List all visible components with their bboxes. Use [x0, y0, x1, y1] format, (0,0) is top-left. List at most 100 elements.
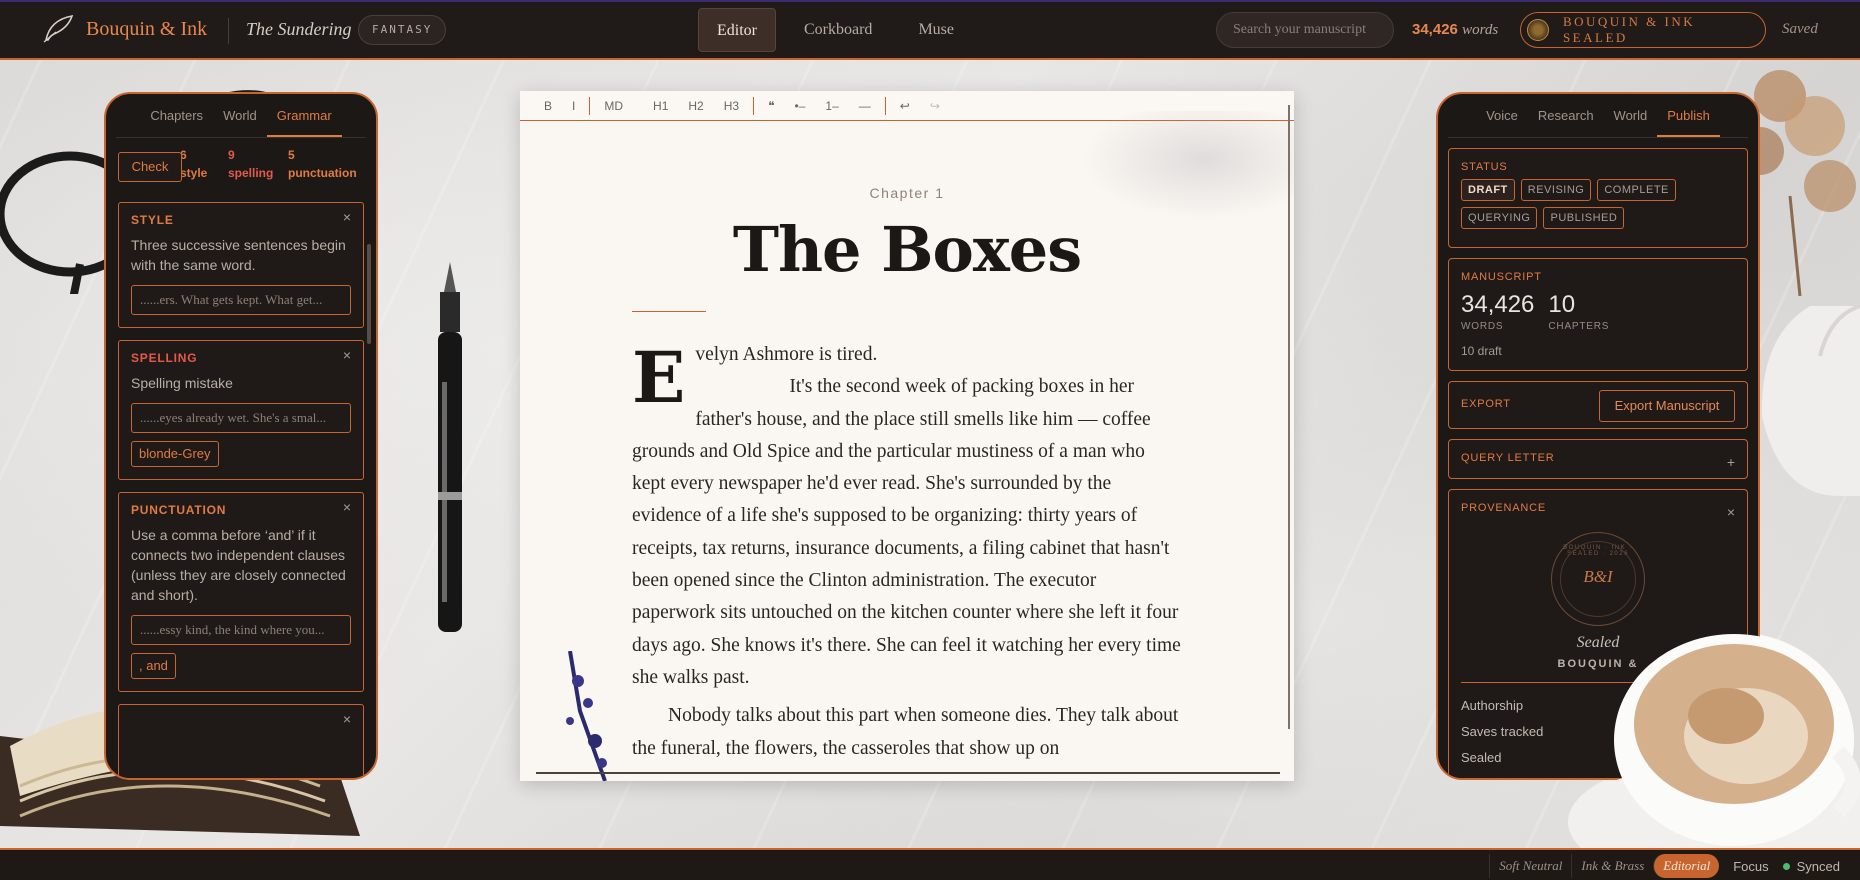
- focus-button[interactable]: Focus: [1719, 859, 1782, 874]
- brand-name[interactable]: Bouquin & Ink: [86, 18, 207, 41]
- tab-voice[interactable]: Voice: [1476, 94, 1528, 137]
- tab-world[interactable]: World: [1604, 94, 1658, 137]
- export-section: EXPORT Export Manuscript: [1448, 381, 1748, 429]
- ink-splatter-decoration: [566, 651, 607, 781]
- status-published[interactable]: PUBLISHED: [1543, 207, 1625, 229]
- top-bar: Bouquin & Ink The Sundering FANTASY Edit…: [0, 0, 1860, 60]
- chapters-value: 10: [1548, 291, 1576, 318]
- seal-monogram: B&I: [1583, 567, 1613, 586]
- markdown-button[interactable]: MD: [594, 99, 633, 113]
- expand-icon[interactable]: +: [1727, 454, 1735, 470]
- editor-scrollbar[interactable]: [1288, 105, 1290, 729]
- left-panel-tabs: Chapters World Grammar: [116, 94, 366, 138]
- close-icon[interactable]: ×: [343, 209, 351, 225]
- sync-label: Synced: [1796, 858, 1840, 874]
- section-label: MANUSCRIPT: [1461, 271, 1542, 283]
- chapters-stat: 10 CHAPTERS: [1548, 291, 1609, 332]
- sync-status: Synced: [1782, 858, 1860, 874]
- left-panel-scrollbar[interactable]: [367, 244, 371, 344]
- seal-ring-text: BOUQUIN · INK · SEALED · 2026: [1563, 545, 1633, 557]
- paragraph: Nobody talks about this part when someon…: [632, 705, 1179, 759]
- status-revising[interactable]: REVISING: [1520, 179, 1592, 201]
- card-context[interactable]: ......essy kind, the kind where you...: [131, 615, 351, 645]
- section-label: STATUS: [1461, 161, 1508, 173]
- quote-icon[interactable]: ❝: [758, 99, 784, 113]
- tab-chapters[interactable]: Chapters: [140, 94, 213, 137]
- genre-badge[interactable]: FANTASY: [358, 15, 447, 45]
- close-icon[interactable]: ×: [343, 499, 351, 515]
- chapter-title[interactable]: The Boxes: [520, 213, 1294, 286]
- chapter-label: Chapter 1: [869, 185, 945, 201]
- theme-editorial[interactable]: Editorial: [1653, 854, 1720, 878]
- toolbar-divider: [589, 96, 591, 115]
- words-stat: 34,426 WORDS: [1461, 291, 1534, 332]
- tab-grammar[interactable]: Grammar: [266, 94, 342, 137]
- theme-soft-neutral[interactable]: Soft Neutral: [1489, 854, 1571, 878]
- grammar-card-partial: ×: [118, 704, 364, 778]
- first-line: velyn Ashmore is tired.: [695, 344, 878, 365]
- undo-icon[interactable]: ↩: [890, 99, 920, 113]
- tab-world[interactable]: World: [213, 94, 267, 137]
- redo-icon[interactable]: ↪: [920, 99, 950, 113]
- close-icon[interactable]: ×: [1727, 504, 1735, 520]
- toolbar-divider: [753, 96, 755, 115]
- h1-button[interactable]: H1: [643, 99, 678, 113]
- close-icon[interactable]: ×: [343, 347, 351, 363]
- tab-muse[interactable]: Muse: [900, 8, 972, 52]
- export-manuscript-button[interactable]: Export Manuscript: [1599, 390, 1735, 422]
- status-querying[interactable]: QUERYING: [1461, 207, 1538, 229]
- punctuation-count: 5 punctuation: [288, 148, 357, 180]
- suggestion-button[interactable]: blonde-Grey: [131, 441, 219, 467]
- sync-dot-icon: [1782, 862, 1790, 870]
- editor-bottom-rule: [536, 772, 1280, 774]
- manuscript-body[interactable]: E velyn Ashmore is tired. It's the secon…: [632, 339, 1182, 765]
- grammar-summary: Check 6 style 9 spelling 5 punctuation: [118, 146, 364, 190]
- save-status: Saved: [1782, 21, 1818, 37]
- paragraph: It's the second week of packing boxes in…: [632, 376, 1181, 688]
- word-count-label: words: [1462, 22, 1499, 38]
- pen-decoration: [438, 262, 462, 632]
- status-complete[interactable]: COMPLETE: [1597, 179, 1676, 201]
- manuscript-section: MANUSCRIPT 34,426 WORDS 10 CHAPTERS 10 d…: [1448, 258, 1748, 371]
- suggestion-button[interactable]: , and: [131, 653, 176, 679]
- h2-button[interactable]: H2: [678, 99, 713, 113]
- tab-publish[interactable]: Publish: [1657, 94, 1720, 137]
- numbered-list-icon[interactable]: 1–: [815, 99, 848, 113]
- words-label: WORDS: [1461, 321, 1504, 332]
- italic-button[interactable]: I: [562, 99, 585, 113]
- sealed-badge[interactable]: BOUQUIN & INK SEALED: [1520, 12, 1766, 48]
- theme-switcher: Soft Neutral Ink & Brass Editorial Focus…: [1489, 854, 1860, 878]
- tab-editor[interactable]: Editor: [698, 8, 776, 52]
- card-message: Use a comma before ‘and’ if it connects …: [131, 527, 346, 603]
- style-count: 6 style: [180, 148, 208, 180]
- query-letter-section[interactable]: QUERY LETTER +: [1448, 439, 1748, 479]
- draft-note: 10 draft: [1461, 344, 1502, 358]
- close-icon[interactable]: ×: [343, 711, 351, 727]
- divider: [228, 18, 229, 44]
- left-panel: Chapters World Grammar Check 6 style 9 spe…: [104, 92, 378, 780]
- word-count: 34,426 words: [1412, 21, 1498, 39]
- search-input[interactable]: Search your manuscript: [1216, 12, 1394, 48]
- divider-icon[interactable]: —: [849, 99, 881, 113]
- tab-corkboard[interactable]: Corkboard: [786, 8, 890, 52]
- card-context[interactable]: ......ers. What gets kept. What get...: [131, 285, 351, 315]
- grammar-card-style: STYLE × Three successive sentences begin…: [118, 202, 364, 328]
- chapters-label: CHAPTERS: [1548, 321, 1610, 332]
- theme-ink-brass[interactable]: Ink & Brass: [1571, 854, 1653, 878]
- quill-logo-icon: [43, 14, 74, 43]
- card-message: Three successive sentences begin with th…: [131, 237, 346, 273]
- spelling-count: 9 spelling: [228, 148, 274, 180]
- bullet-list-icon[interactable]: •–: [785, 99, 816, 113]
- check-button[interactable]: Check: [118, 152, 182, 182]
- sealed-badge-label: BOUQUIN & INK SEALED: [1562, 14, 1696, 45]
- tab-research[interactable]: Research: [1528, 94, 1604, 137]
- book-title[interactable]: The Sundering: [246, 19, 352, 40]
- h3-button[interactable]: H3: [714, 99, 749, 113]
- bold-button[interactable]: B: [534, 99, 562, 113]
- manuscript-editor[interactable]: B I MD H1 H2 H3 ❝ •– 1– — ↩ ↪ Chapter 1 …: [520, 91, 1294, 781]
- main-nav: Editor Corkboard Muse: [698, 8, 982, 52]
- provenance-seal: BOUQUIN · INK · SEALED · 2026 B&I: [1551, 532, 1645, 626]
- status-draft[interactable]: DRAFT: [1461, 179, 1515, 201]
- card-type: SPELLING: [131, 351, 198, 365]
- card-context[interactable]: ......eyes already wet. She's a smal...: [131, 403, 351, 433]
